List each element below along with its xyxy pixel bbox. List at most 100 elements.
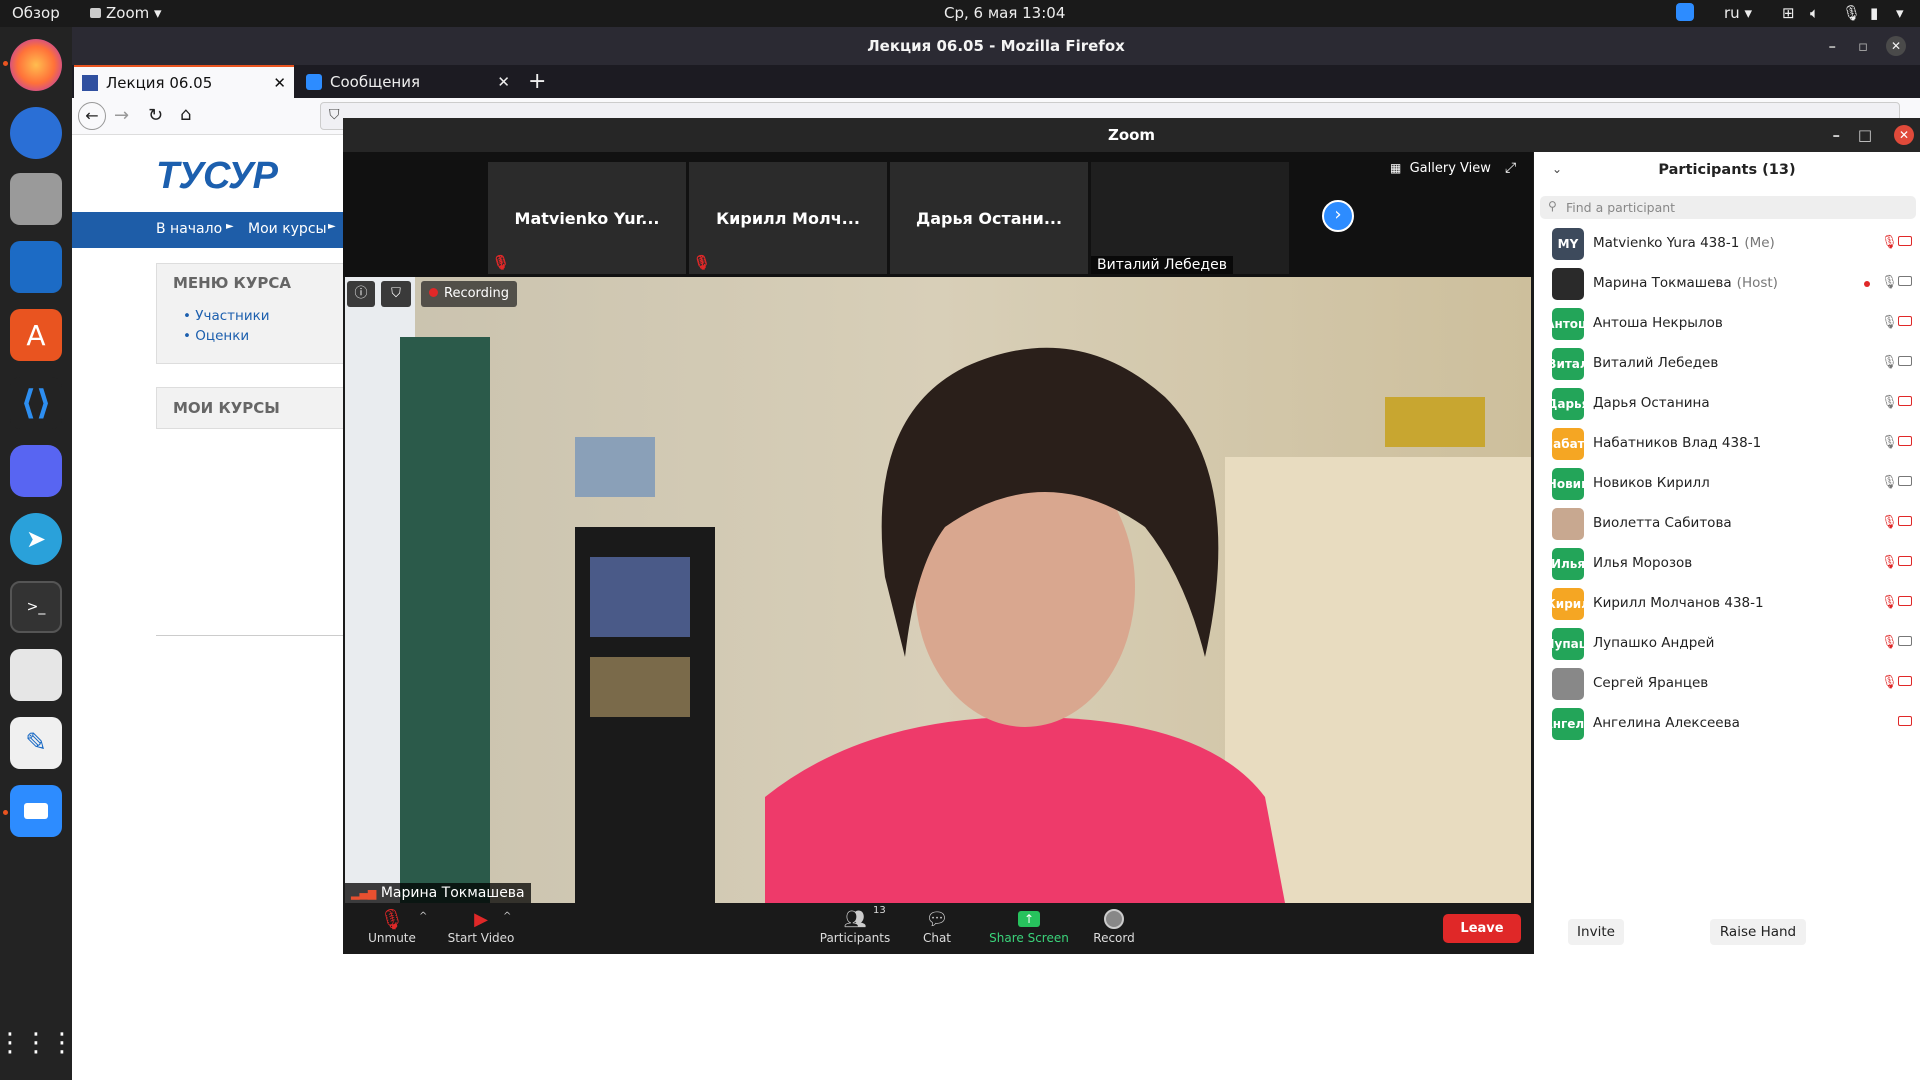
zoom-tray-icon[interactable] <box>1676 3 1694 21</box>
zoom-maximize-icon[interactable]: □ <box>1858 118 1872 152</box>
muted-mic-icon[interactable]: 🎙︎ <box>1881 235 1898 250</box>
muted-mic-icon[interactable]: 🎙︎ <box>1881 595 1898 610</box>
firefox-icon[interactable] <box>10 39 62 91</box>
video-off-icon[interactable] <box>1898 236 1912 246</box>
close-tab-icon[interactable]: ✕ <box>273 74 286 92</box>
site-logo[interactable]: ТУСУР <box>156 155 278 198</box>
zoom-minimize-icon[interactable]: – <box>1833 118 1841 152</box>
raise-hand-button[interactable]: Raise Hand <box>1710 919 1806 945</box>
video-off-icon[interactable] <box>1898 676 1912 686</box>
video-icon[interactable] <box>1898 476 1912 486</box>
terminal-icon[interactable]: >_ <box>10 581 62 633</box>
mic-icon[interactable]: 🎙︎ <box>1881 315 1898 330</box>
participant-row[interactable]: Илья Илья Морозов 🎙︎ <box>1534 544 1920 584</box>
telegram-icon[interactable]: ➤ <box>10 513 62 565</box>
system-menu-icon[interactable]: ▾ <box>1896 4 1904 22</box>
breadcrumb-home[interactable]: В начало <box>156 221 222 237</box>
shield-icon[interactable]: ⛉ <box>329 107 340 123</box>
participant-row[interactable]: Кирил Кирилл Молчанов 438-1 🎙︎ <box>1534 584 1920 624</box>
participant-row[interactable]: Новик Новиков Кирилл 🎙︎ <box>1534 464 1920 504</box>
video-off-icon[interactable] <box>1898 556 1912 566</box>
active-speaker-video[interactable]: ⓘ ⛉ Recording ▂▄▆ Марина Токмашева <box>345 277 1531 903</box>
video-icon[interactable] <box>1898 636 1912 646</box>
muted-mic-icon[interactable]: 🎙︎ <box>1881 555 1898 570</box>
mic-icon[interactable]: 🎙︎ <box>1881 435 1898 450</box>
video-thumbnail[interactable]: Виталий Лебедев <box>1091 162 1289 274</box>
participant-row[interactable]: Дарья Дарья Останина 🎙︎ <box>1534 384 1920 424</box>
participant-row[interactable]: Сергей Яранцев 🎙︎ <box>1534 664 1920 704</box>
participant-row[interactable]: Набатн Набатников Влад 438-1 🎙︎ <box>1534 424 1920 464</box>
audio-options-icon[interactable]: ^ <box>419 911 427 922</box>
reload-icon[interactable]: ↻ <box>148 105 163 126</box>
home-icon[interactable]: ⌂ <box>180 104 191 125</box>
menu-item-participants[interactable]: • Участники <box>183 306 270 326</box>
video-off-icon[interactable] <box>1898 716 1912 726</box>
video-off-icon[interactable] <box>1898 516 1912 526</box>
record-button[interactable]: Record <box>1091 907 1137 945</box>
muted-mic-icon[interactable]: 🎙︎ <box>1881 675 1898 690</box>
forward-icon[interactable]: → <box>114 105 129 126</box>
minimize-icon[interactable]: – <box>1829 27 1837 65</box>
discord-icon[interactable] <box>10 445 62 497</box>
participant-row[interactable]: Ангели Ангелина Алексеева <box>1534 704 1920 744</box>
close-icon[interactable]: ✕ <box>1886 36 1906 56</box>
muted-mic-icon[interactable]: 🎙︎ <box>1881 635 1898 650</box>
close-tab-icon[interactable]: ✕ <box>497 73 510 91</box>
language-indicator[interactable]: ru ▾ <box>1724 4 1752 22</box>
mic-icon[interactable]: 🎙︎ <box>1881 395 1898 410</box>
participant-row[interactable]: Марина Токмашева (Host) 🎙︎ <box>1534 264 1920 304</box>
zoom-close-icon[interactable]: ✕ <box>1894 125 1914 145</box>
video-thumbnail[interactable]: Matvienko Yur... 🎙︎ <box>488 162 686 274</box>
network-icon[interactable]: ⊞ <box>1782 4 1795 22</box>
show-applications-icon[interactable]: ⋮⋮⋮ <box>0 1017 75 1069</box>
menu-item-grades[interactable]: • Оценки <box>183 326 270 346</box>
leave-button[interactable]: Leave <box>1443 914 1521 943</box>
fullscreen-icon[interactable]: ⤢ <box>1505 160 1516 176</box>
software-center-icon[interactable]: A <box>10 309 62 361</box>
my-courses-title[interactable]: МОИ КУРСЫ <box>173 399 280 417</box>
participant-row[interactable]: Виолетта Сабитова 🎙︎ <box>1534 504 1920 544</box>
video-options-icon[interactable]: ^ <box>503 911 511 922</box>
video-off-icon[interactable] <box>1898 316 1912 326</box>
next-page-icon[interactable]: › <box>1322 200 1354 232</box>
zoom-dock-icon[interactable] <box>10 785 62 837</box>
activities-button[interactable]: Обзор <box>12 4 60 22</box>
invite-button[interactable]: Invite <box>1568 919 1624 945</box>
gallery-view-button[interactable]: ▦ Gallery View <box>1390 161 1491 176</box>
text-editor-icon[interactable]: ✎ <box>10 717 62 769</box>
participant-row[interactable]: Антош Антоша Некрылов 🎙︎ <box>1534 304 1920 344</box>
volume-icon[interactable]: 🔈︎ <box>1810 4 1819 22</box>
tab-messages[interactable]: Сообщения ✕ <box>298 65 518 98</box>
back-icon[interactable]: ← <box>78 102 106 130</box>
participant-row[interactable]: Витал Виталий Лебедев 🎙︎ <box>1534 344 1920 384</box>
writer-icon[interactable] <box>10 241 62 293</box>
participant-row[interactable]: Лупаш Лупашко Андрей 🎙︎ <box>1534 624 1920 664</box>
video-icon[interactable] <box>1898 356 1912 366</box>
video-icon[interactable] <box>1898 276 1912 286</box>
mic-icon[interactable]: 🎙︎ <box>1881 355 1898 370</box>
microphone-icon[interactable]: 🎙︎ <box>1842 4 1861 22</box>
share-screen-button[interactable]: ↑ Share Screen <box>987 907 1071 945</box>
participants-button[interactable]: 👥︎ Participants 13 <box>817 905 893 945</box>
files-icon[interactable] <box>10 173 62 225</box>
maximize-icon[interactable]: ▫ <box>1858 27 1868 65</box>
participant-row[interactable]: MY Matvienko Yura 438-1 (Me) 🎙︎ <box>1534 224 1920 264</box>
new-tab-icon[interactable]: + <box>528 65 558 98</box>
info-icon[interactable]: ⓘ <box>347 281 375 307</box>
video-thumbnail[interactable]: Дарья Остани... <box>890 162 1088 274</box>
vscode-icon[interactable]: ⟨⟩ <box>10 377 62 429</box>
video-off-icon[interactable] <box>1898 436 1912 446</box>
unmute-button[interactable]: 🎙︎ Unmute <box>367 907 417 945</box>
participant-search[interactable]: ⚲ Find a participant <box>1540 196 1916 219</box>
clock[interactable]: Ср, 6 мая 13:04 <box>944 4 1065 22</box>
muted-mic-icon[interactable]: 🎙︎ <box>1881 515 1898 530</box>
mic-icon[interactable]: 🎙︎ <box>1881 275 1898 290</box>
chat-button[interactable]: 💬︎ Chat <box>917 907 957 946</box>
thunderbird-icon[interactable] <box>10 107 62 159</box>
tab-lecture[interactable]: Лекция 06.05 ✕ <box>74 65 294 98</box>
app-menu[interactable]: Zoom ▾ <box>90 4 162 22</box>
document-viewer-icon[interactable] <box>10 649 62 701</box>
breadcrumb-my-courses[interactable]: Мои курсы <box>248 221 327 237</box>
battery-icon[interactable]: ▮ <box>1870 4 1878 22</box>
recording-indicator[interactable]: Recording <box>421 281 518 307</box>
